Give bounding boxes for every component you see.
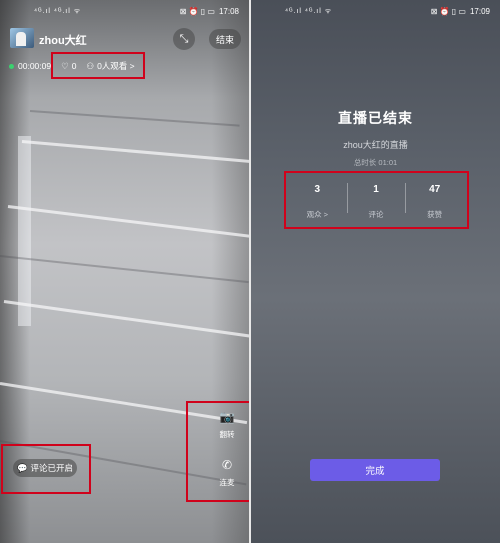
ceiling-light — [18, 136, 31, 326]
clock: 17:09 — [469, 6, 490, 16]
done-button[interactable]: 完成 — [310, 459, 440, 481]
highlight-box — [1, 444, 91, 494]
end-button[interactable]: 结束 — [209, 29, 241, 49]
status-bar: ⁴ᴳ.ıl ⁴ᴳ.ıl ᯤ ⊠ ⏰ ▯ ▭ 17:09 — [251, 0, 500, 22]
highlight-box — [51, 52, 145, 79]
page-title: 直播已结束 — [338, 110, 413, 126]
status-icons: ⊠ ⏰ ▯ ▭ — [430, 6, 466, 16]
stream-subtitle: zhou大红的直播 — [343, 140, 408, 150]
signal-icons: ⁴ᴳ.ıl ⁴ᴳ.ıl ᯤ — [285, 7, 333, 15]
live-ended-view: ⁴ᴳ.ıl ⁴ᴳ.ıl ᯤ ⊠ ⏰ ▯ ▭ 17:09 直播已结束 zhou大红… — [251, 0, 500, 543]
live-stream-view: ⁴ᴳ.ıl ⁴ᴳ.ıl ᯤ ⊠ ⏰ ▯ ▭ 17:08 zhou大红 ⤡ 结束 … — [0, 0, 249, 543]
total-duration: 总时长 01:01 — [353, 158, 398, 167]
streamer-name: zhou大红 — [39, 35, 87, 47]
ceiling-beam — [3, 300, 249, 338]
highlight-box — [186, 401, 249, 502]
highlight-box — [284, 171, 469, 229]
status-icons: ⊠ ⏰ ▯ ▭ — [179, 6, 215, 16]
signal-icons: ⁴ᴳ.ıl ⁴ᴳ.ıl ᯤ — [34, 7, 82, 15]
live-dot — [9, 63, 14, 69]
status-bar: ⁴ᴳ.ıl ⁴ᴳ.ıl ᯤ ⊠ ⏰ ▯ ▭ 17:08 — [0, 0, 249, 22]
avatar[interactable] — [10, 28, 34, 48]
ceiling-beam — [0, 255, 249, 284]
clock: 17:08 — [218, 6, 239, 16]
compress-icon[interactable]: ⤡ — [173, 28, 195, 50]
ceiling-beam — [7, 205, 249, 238]
elapsed-time: 00:00:09 — [18, 61, 52, 71]
ceiling-beam — [21, 140, 249, 164]
ceiling-beam — [29, 110, 240, 127]
